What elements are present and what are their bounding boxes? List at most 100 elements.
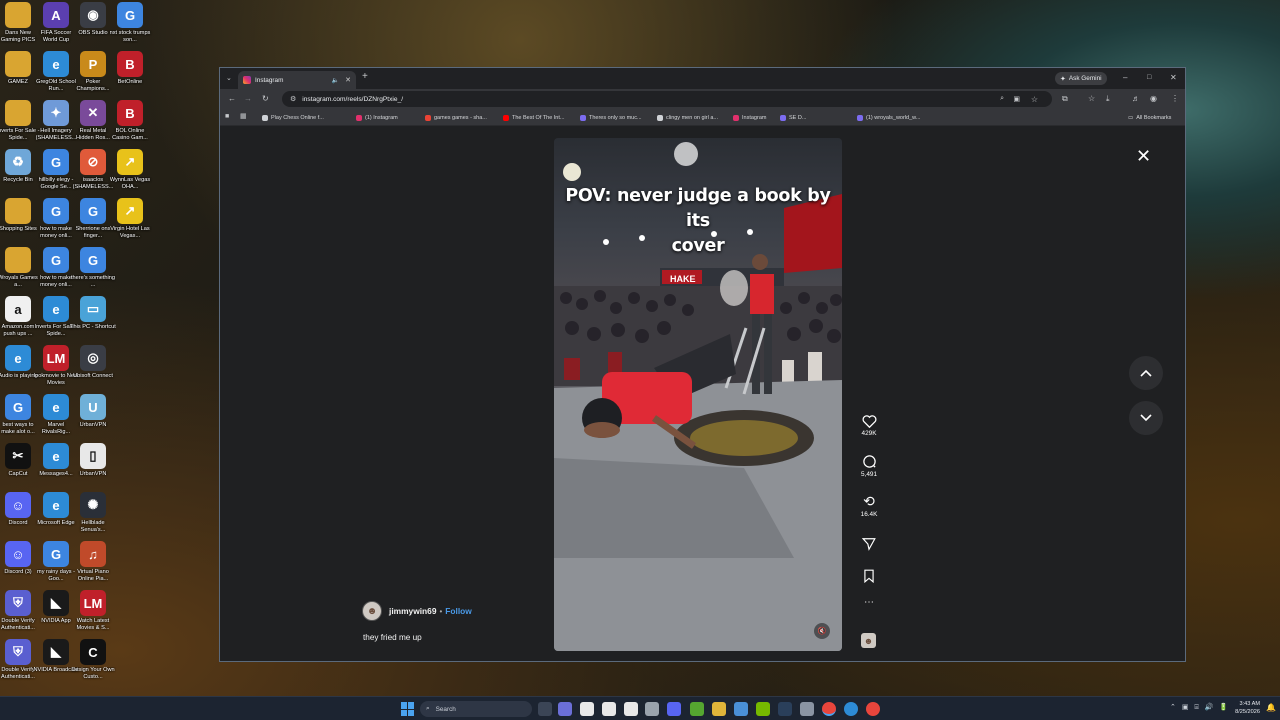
taskbar-settings[interactable]: [800, 702, 814, 716]
desktop-icon[interactable]: Gthere's something ...: [71, 247, 115, 295]
desktop-icon[interactable]: ↗ Virgin Hotel Las Vegas...: [108, 198, 152, 246]
username-link[interactable]: jimmywin69: [389, 606, 436, 616]
app-icon: U: [80, 394, 106, 420]
bookmark-item[interactable]: Theres only so muc...: [580, 113, 642, 123]
clock-time: 3:43 AM: [1239, 701, 1260, 707]
like-action[interactable]: 429K: [858, 414, 880, 437]
site-info-icon[interactable]: ⚙: [290, 95, 296, 103]
close-window-button[interactable]: ✕: [1170, 73, 1177, 83]
taskbar-search[interactable]: ⌕ Search: [420, 701, 532, 717]
repost-action[interactable]: ⟲ 16.4K: [858, 494, 880, 519]
bookmark-item[interactable]: The Best Of The Int...: [503, 113, 564, 123]
taskbar-edge[interactable]: [844, 702, 858, 716]
taskbar-ubisoft[interactable]: [602, 702, 616, 716]
save-action[interactable]: [858, 569, 880, 583]
desktop-icon[interactable]: ▯ UrbanVPN: [71, 443, 115, 491]
bookmark-favicon-icon: [262, 115, 268, 121]
taskbar-nvidia-app[interactable]: [756, 702, 770, 716]
profile-icon[interactable]: ◉: [1150, 94, 1157, 104]
taskbar-chrome[interactable]: [822, 702, 836, 716]
tab-close-icon[interactable]: ✕: [345, 76, 351, 84]
notification-bell-icon[interactable]: 🔔: [1266, 703, 1276, 712]
app-icon: ✦: [43, 100, 69, 126]
bookmark-item[interactable]: clingy men on girl a...: [657, 113, 718, 123]
zoom-icon[interactable]: ⌕: [1000, 95, 1004, 103]
cast-icon[interactable]: ▣: [1013, 95, 1020, 103]
toolbar: ← → ↻ ⚙ instagram.com/reels/DZNrgPtxie_/…: [220, 89, 1185, 109]
taskbar-steam[interactable]: [778, 702, 792, 716]
desktop-icon[interactable]: B BOL Online Casino Gam...: [108, 100, 152, 148]
bookmark-item[interactable]: SE D...: [780, 113, 806, 123]
app-icon: ↗: [117, 198, 143, 224]
reload-button[interactable]: ↻: [262, 94, 269, 104]
all-bookmarks-button[interactable]: ▭ All Bookmarks: [1128, 113, 1171, 123]
apps-icon[interactable]: ■: [225, 112, 229, 122]
follow-link[interactable]: Follow: [445, 606, 472, 616]
bookmark-label: Theres only so muc...: [589, 115, 642, 121]
bookmark-item[interactable]: Play Chess Online f...: [262, 113, 324, 123]
reel-video[interactable]: HAKE POV: never judge a book by its cove…: [554, 138, 842, 651]
desktop-icon[interactable]: ♫ Virtual Piano Online Pia...: [71, 541, 115, 589]
back-button[interactable]: ←: [228, 94, 236, 104]
taskbar-nvidia[interactable]: [690, 702, 704, 716]
comment-action[interactable]: 5,491: [858, 454, 880, 478]
app-icon: ☺: [5, 492, 31, 518]
desktop-icon[interactable]: ✺ Hellblade Senua's...: [71, 492, 115, 540]
bookmarks-icon[interactable]: ☆: [1088, 94, 1095, 104]
next-reel-button[interactable]: [1129, 401, 1163, 435]
extensions-icon[interactable]: ⧉: [1062, 94, 1068, 104]
taskbar-capcut[interactable]: [580, 702, 594, 716]
taskbar-store[interactable]: [734, 702, 748, 716]
tab-instagram[interactable]: Instagram 🔈 ✕: [238, 71, 356, 89]
app-icon: ♻: [5, 149, 31, 175]
taskbar-copilot[interactable]: [558, 702, 572, 716]
forward-button[interactable]: →: [244, 94, 252, 104]
downloads-icon[interactable]: ⤓: [1106, 94, 1110, 104]
bookmark-item[interactable]: games games - sha...: [425, 113, 487, 123]
bookmark-star-icon[interactable]: ☆: [1031, 95, 1038, 104]
minimize-button[interactable]: –: [1123, 73, 1127, 83]
ask-gemini-button[interactable]: ✦ Ask Gemini: [1055, 72, 1107, 85]
desktop-icon-label: BetOnline: [117, 79, 143, 85]
taskbar-task-view[interactable]: [538, 702, 552, 716]
bookmark-item[interactable]: Instagram: [733, 113, 766, 123]
taskbar-explorer[interactable]: [712, 702, 726, 716]
avatar[interactable]: ☻: [362, 601, 382, 621]
close-viewer-button[interactable]: ✕: [1136, 147, 1151, 165]
taskbar-app-6[interactable]: [645, 702, 659, 716]
more-options-action[interactable]: ⋯: [858, 597, 880, 608]
desktop-icon[interactable]: B BetOnline: [108, 51, 152, 99]
start-button[interactable]: [401, 702, 415, 716]
previous-reel-button[interactable]: [1129, 356, 1163, 390]
reel-description: they fried me up: [363, 633, 422, 642]
app-icon: ⊘: [80, 149, 106, 175]
tab-search-button[interactable]: ⌄: [226, 74, 232, 84]
media-control-icon[interactable]: ♬: [1132, 94, 1140, 104]
clock[interactable]: 3:43 AM 8/25/2026: [1228, 700, 1260, 716]
desktop-icon[interactable]: LM Watch Latest Movies & S...: [71, 590, 115, 638]
desktop-icon[interactable]: ↗ WynnLas Vegas OHA...: [108, 149, 152, 197]
desktop-icon[interactable]: Gnxt stock trumps son...: [108, 2, 152, 50]
new-tab-button[interactable]: +: [362, 72, 368, 82]
bookmark-label: Play Chess Online f...: [271, 115, 324, 121]
menu-icon[interactable]: ⋮: [1171, 94, 1179, 104]
bookmark-item[interactable]: (1) wroyals_world_w...: [857, 113, 920, 123]
bookmark-item[interactable]: (1) Instagram: [356, 113, 398, 123]
folder-icon: [5, 198, 31, 224]
taskbar-file[interactable]: [624, 702, 638, 716]
speaker-icon[interactable]: 🔈: [332, 77, 339, 84]
tray-icons[interactable]: ⌃▣⌸🔊🔋: [1170, 703, 1234, 712]
desktop-icon[interactable]: ▭ This PC - Shortcut: [70, 296, 116, 344]
address-bar[interactable]: ⚙ instagram.com/reels/DZNrgPtxie_/ ⌕ ▣ ☆: [282, 91, 1052, 107]
desktop-icon[interactable]: U UrbanVPN: [71, 394, 115, 442]
mute-button[interactable]: 🔇: [814, 623, 830, 639]
desktop-icon[interactable]: ◎ Ubisoft Connect: [71, 345, 115, 393]
clock-date: 8/25/2026: [1235, 709, 1260, 715]
maximize-button[interactable]: □: [1147, 73, 1151, 83]
audio-thumbnail[interactable]: ☻: [861, 633, 876, 648]
taskbar-vpn[interactable]: [667, 702, 681, 716]
share-action[interactable]: [858, 537, 880, 551]
desktop-icon[interactable]: C Design Your Own Custo...: [71, 639, 115, 687]
taskbar-chrome-2[interactable]: [866, 702, 880, 716]
grid-icon[interactable]: ▦: [240, 112, 247, 122]
